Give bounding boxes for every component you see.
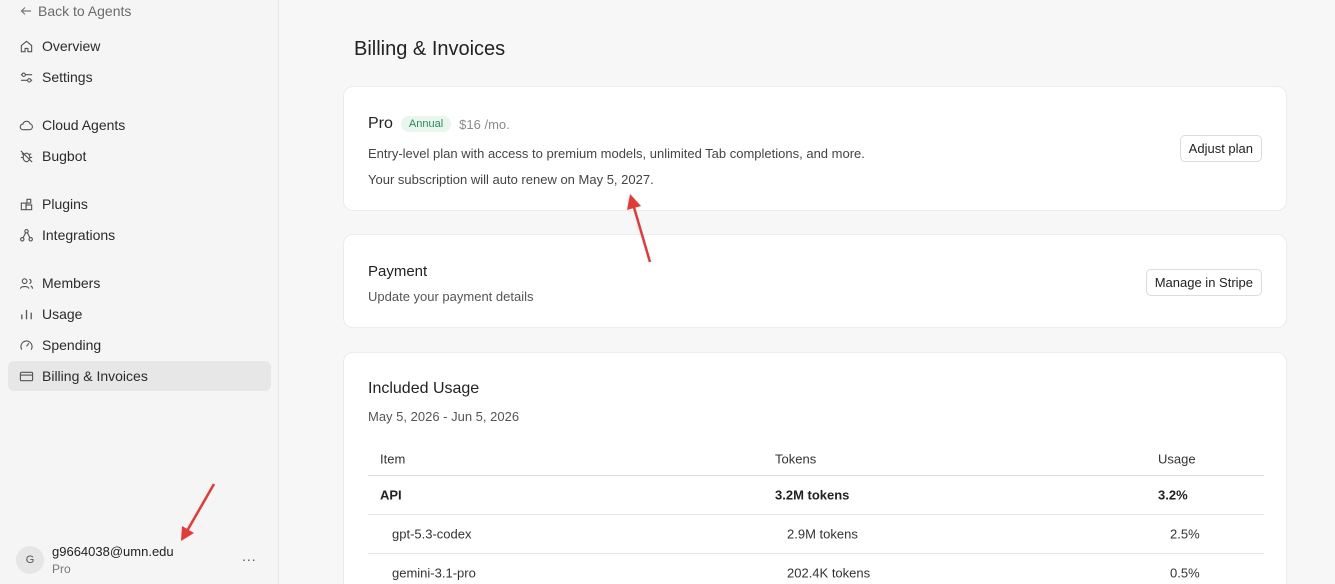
- bar-chart-icon: [18, 306, 34, 322]
- usage-table: Item Tokens Usage API 3.2M tokens 3.2% g…: [368, 443, 1264, 584]
- renewal-notice: Your subscription will auto renew on May…: [368, 172, 654, 187]
- avatar: G: [16, 546, 44, 574]
- sidebar-item-usage[interactable]: Usage: [8, 299, 271, 329]
- sidebar-item-label: Bugbot: [42, 148, 87, 164]
- sidebar-item-plugins[interactable]: Plugins: [8, 189, 271, 219]
- row-tokens: 202.4K tokens: [787, 565, 871, 581]
- table-row: gpt-5.3-codex 2.9M tokens 2.5%: [368, 515, 1264, 554]
- arrow-left-icon: [20, 7, 31, 15]
- column-header-item: Item: [380, 451, 406, 467]
- payment-card: Payment Update your payment details Mana…: [343, 234, 1287, 328]
- sidebar-item-label: Usage: [42, 306, 83, 322]
- row-usage: 0.5%: [1170, 565, 1200, 581]
- members-icon: [18, 275, 34, 291]
- included-usage-card: Included Usage May 5, 2026 - Jun 5, 2026…: [343, 352, 1287, 584]
- row-item: API: [380, 487, 402, 503]
- row-item: gemini-3.1-pro: [392, 565, 476, 581]
- back-label: Back to Agents: [38, 3, 132, 19]
- plan-description: Entry-level plan with access to premium …: [368, 146, 865, 161]
- cloud-icon: [18, 117, 34, 133]
- adjust-plan-button[interactable]: Adjust plan: [1179, 135, 1262, 162]
- sidebar-item-integrations[interactable]: Integrations: [8, 220, 271, 250]
- row-usage: 2.5%: [1170, 526, 1200, 542]
- row-usage: 3.2%: [1158, 487, 1188, 503]
- manage-in-stripe-button[interactable]: Manage in Stripe: [1145, 269, 1262, 296]
- gauge-icon: [18, 337, 34, 353]
- card-icon: [18, 368, 34, 384]
- table-header: Item Tokens Usage: [368, 443, 1264, 476]
- sidebar-item-label: Billing & Invoices: [42, 368, 148, 384]
- page-title: Billing & Invoices: [354, 38, 506, 60]
- sidebar-item-settings[interactable]: Settings: [8, 62, 271, 92]
- sliders-icon: [18, 69, 34, 85]
- table-row: API 3.2M tokens 3.2%: [368, 476, 1264, 515]
- column-header-usage: Usage: [1158, 451, 1196, 467]
- sidebar-item-label: Cloud Agents: [42, 117, 126, 133]
- column-header-tokens: Tokens: [775, 451, 817, 467]
- puzzle-icon: [18, 196, 34, 212]
- more-options-button[interactable]: ...: [242, 548, 257, 564]
- sidebar-item-members[interactable]: Members: [8, 268, 271, 298]
- usage-date-range: May 5, 2026 - Jun 5, 2026: [368, 409, 520, 424]
- bug-off-icon: [18, 148, 34, 164]
- plan-price: $16 /mo.: [459, 116, 510, 132]
- sidebar-item-cloud-agents[interactable]: Cloud Agents: [8, 110, 271, 140]
- sidebar-item-overview[interactable]: Overview: [8, 31, 271, 61]
- sidebar-item-label: Plugins: [42, 196, 88, 212]
- sidebar-item-label: Settings: [42, 69, 93, 85]
- row-tokens: 3.2M tokens: [775, 487, 850, 503]
- user-plan: Pro: [52, 562, 71, 576]
- user-profile[interactable]: G g9664038@umn.edu Pro ...: [16, 544, 266, 578]
- row-item: gpt-5.3-codex: [392, 526, 472, 542]
- sidebar-item-label: Members: [42, 275, 101, 291]
- plan-card: Pro Annual $16 /mo. Entry-level plan wit…: [343, 86, 1287, 211]
- sidebar-item-label: Spending: [42, 337, 102, 353]
- sidebar-item-bugbot[interactable]: Bugbot: [8, 141, 271, 171]
- included-usage-title: Included Usage: [368, 380, 480, 397]
- sidebar-item-billing-invoices[interactable]: Billing & Invoices: [8, 361, 271, 391]
- back-to-agents-link[interactable]: Back to Agents: [20, 3, 131, 19]
- sidebar-item-label: Overview: [42, 38, 101, 54]
- sidebar: Back to Agents Overview Settings Cloud A…: [0, 0, 279, 584]
- user-email: g9664038@umn.edu: [52, 544, 174, 559]
- row-tokens: 2.9M tokens: [787, 526, 858, 542]
- sidebar-item-spending[interactable]: Spending: [8, 330, 271, 360]
- table-row: gemini-3.1-pro 202.4K tokens 0.5%: [368, 554, 1264, 584]
- integrations-icon: [18, 227, 34, 243]
- sidebar-item-label: Integrations: [42, 227, 116, 243]
- plan-name: Pro: [368, 115, 393, 132]
- home-icon: [18, 38, 34, 54]
- payment-subtitle: Update your payment details: [368, 289, 534, 304]
- billing-cycle-badge: Annual: [400, 116, 452, 132]
- payment-title: Payment: [368, 263, 428, 280]
